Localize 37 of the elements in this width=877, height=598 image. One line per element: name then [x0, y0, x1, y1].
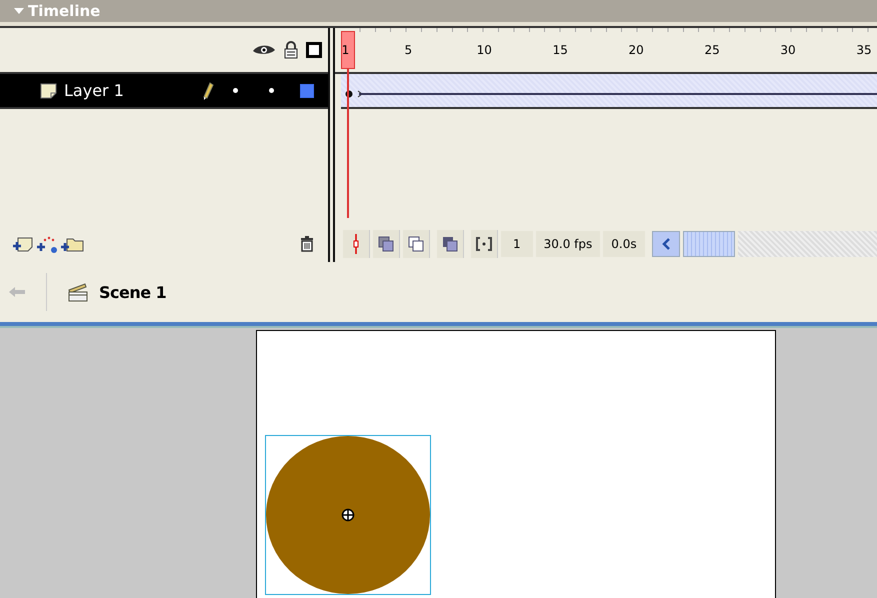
onion-skin-outlines-icon[interactable] [403, 230, 430, 258]
add-guide-layer-icon[interactable] [36, 235, 58, 253]
elapsed-time-field[interactable]: 0.0s [603, 231, 645, 257]
outline-square-icon[interactable] [306, 42, 322, 58]
frame-track[interactable] [341, 74, 877, 109]
layer-icon [40, 82, 58, 98]
frame-ruler[interactable]: 1 5 10 15 20 25 30 35 [335, 28, 877, 74]
lock-icon[interactable] [284, 41, 298, 59]
add-folder-icon[interactable] [60, 236, 84, 252]
layer-name: Layer 1 [64, 81, 124, 100]
chevron-left-icon [660, 238, 671, 250]
frame-number: 10 [476, 43, 492, 57]
registration-point-icon [341, 508, 355, 522]
frame-rate-field[interactable]: 30.0 fps [536, 231, 600, 257]
add-layer-icon[interactable] [12, 236, 34, 252]
frame-number: 25 [704, 43, 720, 57]
panel-title: Timeline [28, 2, 100, 20]
layer-row[interactable]: Layer 1 [0, 74, 328, 109]
scrollbar-thumb[interactable] [682, 231, 735, 257]
edit-multiple-frames-icon[interactable] [437, 230, 464, 258]
frame-number: 20 [628, 43, 644, 57]
onion-skin-icon[interactable] [373, 230, 400, 258]
playhead-marker[interactable]: 1 [340, 31, 355, 69]
scroll-left-button[interactable] [652, 231, 680, 257]
eye-icon[interactable] [252, 44, 276, 56]
onion-markers-icon[interactable] [471, 230, 498, 258]
trash-icon[interactable] [300, 236, 314, 252]
clapperboard-icon [67, 282, 89, 302]
frame-number: 35 [856, 43, 872, 57]
frame-number: 30 [780, 43, 796, 57]
center-frame-icon[interactable] [343, 230, 370, 258]
current-frame-field[interactable]: 1 [501, 231, 533, 257]
frame-number: 15 [552, 43, 568, 57]
circle-shape[interactable] [265, 435, 431, 595]
pencil-icon [202, 82, 214, 100]
frame-number: 5 [404, 43, 412, 57]
scene-name[interactable]: Scene 1 [99, 282, 166, 302]
